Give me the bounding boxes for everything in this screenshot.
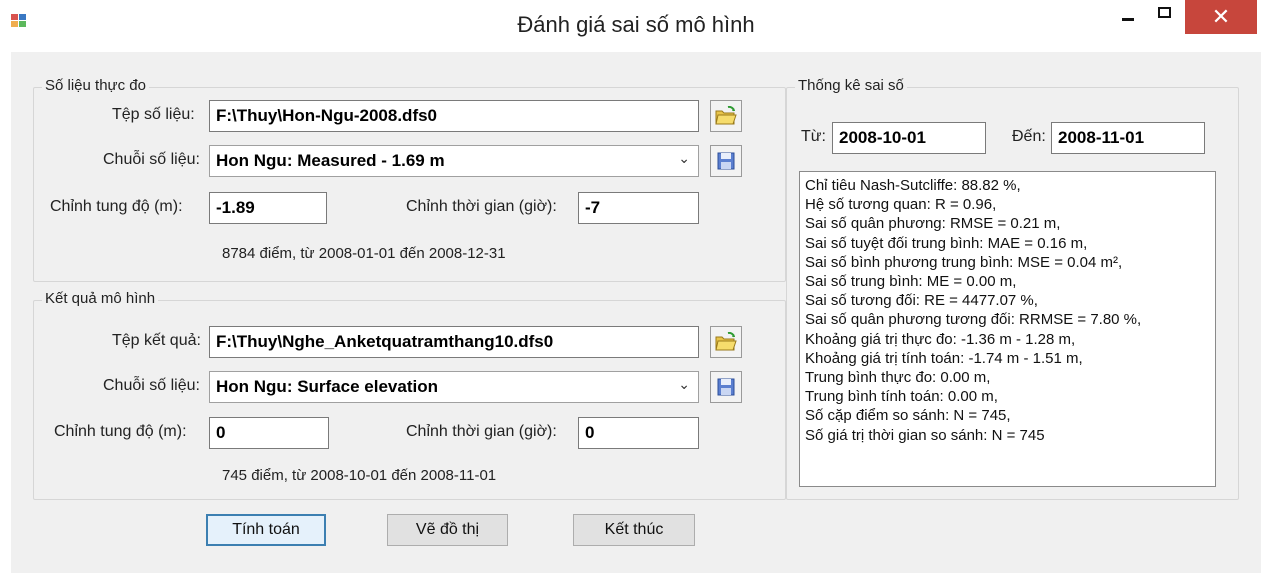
model-open-button[interactable] <box>710 326 742 358</box>
model-time-input[interactable]: 0 <box>578 417 699 449</box>
model-series-label: Chuỗi số liệu: <box>103 377 200 394</box>
measured-group: Số liệu thực đo Tệp số liệu: F:\Thuy\Hon… <box>33 77 786 282</box>
close-button[interactable]: ✕ <box>1185 0 1257 34</box>
plot-button[interactable]: Vẽ đồ thị <box>387 514 508 546</box>
open-folder-icon <box>715 106 737 125</box>
stats-line: Sai số trung bình: ME = 0.00 m, <box>805 273 1017 291</box>
save-floppy-icon <box>717 152 735 170</box>
minimize-button[interactable] <box>1110 0 1146 30</box>
model-summary: 745 điểm, từ 2008-10-01 đến 2008-11-01 <box>222 467 497 484</box>
measured-open-button[interactable] <box>710 100 742 132</box>
measured-time-label: Chỉnh thời gian (giờ): <box>406 198 557 215</box>
measured-series-select[interactable]: Hon Ngu: Measured - 1.69 m ⌄ <box>209 145 699 177</box>
measured-file-label: Tệp số liệu: <box>112 106 195 123</box>
measured-file-input[interactable]: F:\Thuy\Hon-Ngu-2008.dfs0 <box>209 100 699 132</box>
chevron-down-icon: ⌄ <box>678 376 690 392</box>
stats-group: Thống kê sai số Từ: 2008-10-01 Đến: 2008… <box>786 77 1239 500</box>
measured-time-input[interactable]: -7 <box>578 192 699 224</box>
stats-line: Chỉ tiêu Nash-Sutcliffe: 88.82 %, <box>805 177 1021 194</box>
model-series-select[interactable]: Hon Ngu: Surface elevation ⌄ <box>209 371 699 403</box>
measured-summary: 8784 điểm, từ 2008-01-01 đến 2008-12-31 <box>222 245 506 262</box>
model-group: Kết quả mô hình Tệp kết quả: F:\Thuy\Ngh… <box>33 290 786 500</box>
stats-results-box[interactable]: Chỉ tiêu Nash-Sutcliffe: 88.82 %, Hệ số t… <box>799 171 1216 487</box>
stats-line: Trung bình tính toán: 0.00 m, <box>805 388 998 406</box>
model-save-button[interactable] <box>710 371 742 403</box>
stats-line: Khoảng giá trị tính toán: -1.74 m - 1.51… <box>805 349 1083 367</box>
stats-line: Hệ số tương quan: R = 0.96, <box>805 196 997 214</box>
measured-level-input[interactable]: -1.89 <box>209 192 327 224</box>
stats-line: Sai số quân phương: RMSE = 0.21 m, <box>805 215 1061 233</box>
model-series-value: Hon Ngu: Surface elevation <box>216 377 438 396</box>
maximize-button[interactable] <box>1146 0 1182 30</box>
stats-line: Số cặp điểm so sánh: N = 745, <box>805 407 1011 425</box>
stats-line: Sai số quân phương tương đối: RRMSE = 7.… <box>805 311 1142 329</box>
minimize-icon <box>1122 17 1134 21</box>
stats-line: Số giá trị thời gian so sánh: N = 745 <box>805 426 1045 444</box>
measured-series-value: Hon Ngu: Measured - 1.69 m <box>216 151 445 170</box>
compute-button[interactable]: Tính toán <box>206 514 326 546</box>
window-title: Đánh giá sai số mô hình <box>517 12 755 37</box>
measured-level-label: Chỉnh tung độ (m): <box>50 198 183 215</box>
stats-from-input[interactable]: 2008-10-01 <box>832 122 986 154</box>
model-level-input[interactable]: 0 <box>209 417 329 449</box>
main-window: Đánh giá sai số mô hình ✕ Số liệu thực đ… <box>0 0 1272 573</box>
stats-to-input[interactable]: 2008-11-01 <box>1051 122 1205 154</box>
title-bar[interactable]: Đánh giá sai số mô hình ✕ <box>0 0 1272 52</box>
model-group-title: Kết quả mô hình <box>42 290 159 307</box>
close-icon: ✕ <box>1211 4 1231 29</box>
measured-save-button[interactable] <box>710 145 742 177</box>
model-level-label: Chỉnh tung độ (m): <box>54 423 187 440</box>
stats-line: Trung bình thực đo: 0.00 m, <box>805 369 991 387</box>
model-time-label: Chỉnh thời gian (giờ): <box>406 423 557 440</box>
stats-group-title: Thống kê sai số <box>795 77 907 94</box>
open-folder-icon <box>715 332 737 351</box>
model-file-label: Tệp kết quả: <box>112 332 201 349</box>
measured-series-label: Chuỗi số liệu: <box>103 151 200 168</box>
stats-to-label: Đến: <box>1012 128 1046 145</box>
save-floppy-icon <box>717 378 735 396</box>
exit-button[interactable]: Kết thúc <box>573 514 695 546</box>
chevron-down-icon: ⌄ <box>678 150 690 166</box>
stats-line: Sai số tuyệt đối trung bình: MAE = 0.16 … <box>805 234 1088 252</box>
stats-from-label: Từ: <box>801 128 826 145</box>
stats-line: Sai số bình phương trung bình: MSE = 0.0… <box>805 253 1123 271</box>
stats-line: Khoảng giá trị thực đo: -1.36 m - 1.28 m… <box>805 330 1076 348</box>
client-area: Số liệu thực đo Tệp số liệu: F:\Thuy\Hon… <box>11 52 1261 573</box>
model-file-input[interactable]: F:\Thuy\Nghe_Anketquatramthang10.dfs0 <box>209 326 699 358</box>
maximize-icon <box>1157 6 1171 18</box>
stats-line: Sai số tương đối: RE = 4477.07 %, <box>805 292 1038 310</box>
measured-group-title: Số liệu thực đo <box>42 77 149 94</box>
